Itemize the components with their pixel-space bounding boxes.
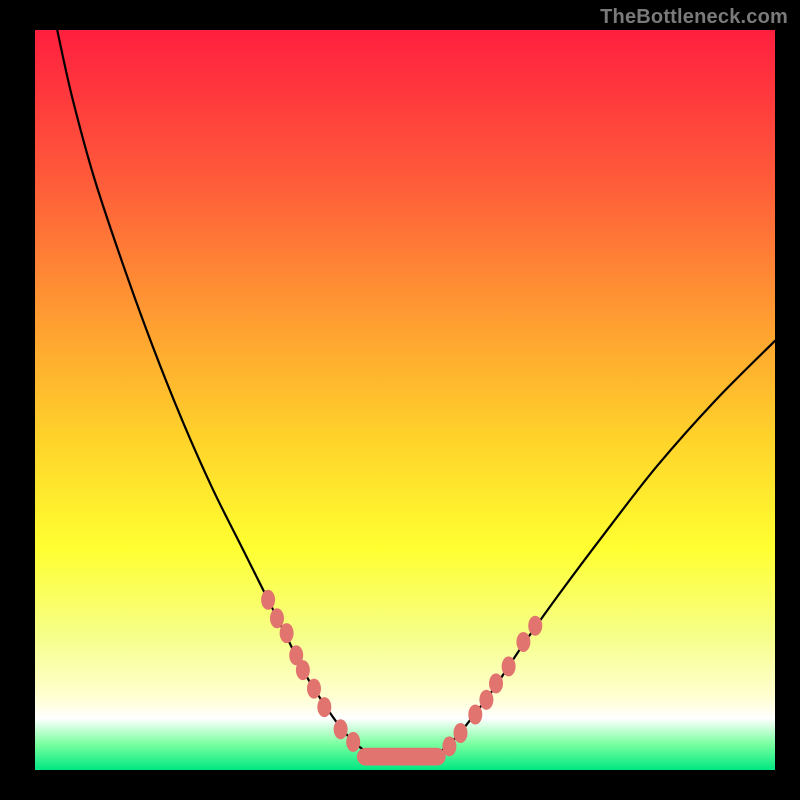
marker-point: [489, 673, 503, 693]
plot-background: [35, 30, 775, 770]
marker-point: [454, 723, 468, 743]
marker-point: [261, 590, 275, 610]
watermark-text: TheBottleneck.com: [600, 6, 788, 29]
marker-point: [479, 690, 493, 710]
marker-point: [346, 732, 360, 752]
marker-point: [296, 660, 310, 680]
marker-point: [334, 719, 348, 739]
marker-point: [307, 679, 321, 699]
marker-point: [502, 656, 516, 676]
chart-svg: [0, 0, 800, 800]
marker-flat-segment: [357, 748, 446, 766]
marker-point: [280, 623, 294, 643]
marker-point: [468, 705, 482, 725]
marker-point: [317, 697, 331, 717]
marker-point: [442, 736, 456, 756]
marker-point: [516, 632, 530, 652]
bottleneck-chart: TheBottleneck.com: [0, 0, 800, 800]
marker-point: [528, 616, 542, 636]
marker-point: [270, 608, 284, 628]
